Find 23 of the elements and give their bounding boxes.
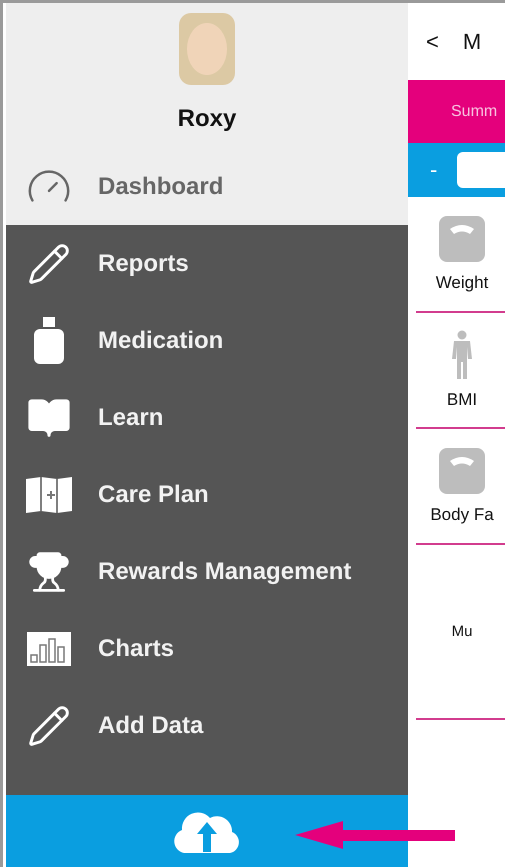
scale-icon (438, 215, 486, 263)
page-title: M (462, 28, 482, 54)
metric-label: Weight (436, 273, 488, 293)
bar-chart-icon (26, 630, 72, 666)
scale-icon (438, 447, 486, 495)
trophy-icon (27, 550, 71, 594)
pencil-icon (27, 704, 71, 748)
metric-row[interactable]: Weight (416, 197, 505, 313)
metric-row[interactable]: Body Fa (416, 429, 505, 545)
person-icon (450, 330, 474, 380)
metric-label: Body Fa (430, 505, 494, 525)
user-name: Roxy (178, 105, 236, 133)
bottle-icon (33, 316, 65, 364)
input-field[interactable] (457, 152, 505, 188)
metric-row[interactable]: Mu (416, 545, 505, 720)
pencil-icon (27, 242, 71, 286)
metric-label: Mu (452, 623, 472, 640)
metric-row[interactable]: BMI (416, 313, 505, 429)
upload-bar[interactable] (6, 795, 408, 867)
metric-label: BMI (446, 390, 478, 410)
back-button[interactable]: < (426, 28, 439, 54)
sidebar-item[interactable]: Dashboard (6, 148, 408, 225)
map-icon (25, 474, 73, 514)
